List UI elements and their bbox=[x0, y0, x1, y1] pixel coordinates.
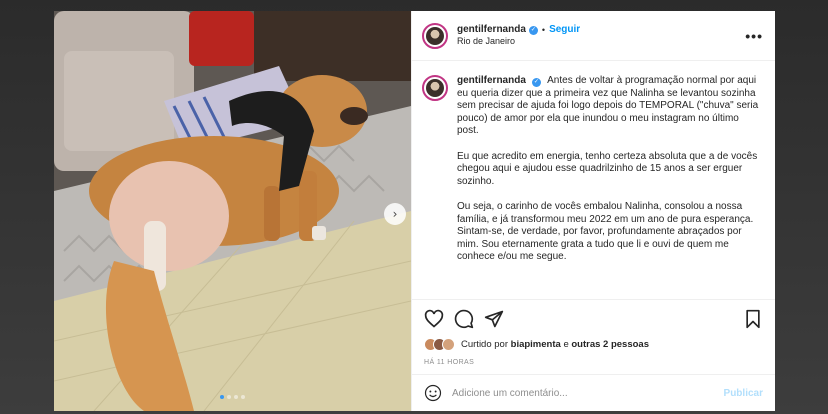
likes-summary: Curtido por biapimenta e outras 2 pessoa… bbox=[424, 338, 763, 351]
caption-text: gentilfernanda ✓ Antes de voltar à progra… bbox=[457, 75, 763, 289]
caption-paragraph: Ou seja, o carinho de vocês embalou Nali… bbox=[457, 200, 754, 263]
avatar bbox=[442, 338, 455, 351]
comment-icon[interactable] bbox=[454, 309, 474, 329]
username-link[interactable]: gentilfernanda bbox=[457, 24, 526, 36]
avatar[interactable] bbox=[422, 75, 448, 101]
publish-button[interactable]: Publicar bbox=[724, 388, 763, 399]
more-options-button[interactable]: ••• bbox=[745, 28, 763, 44]
save-icon[interactable] bbox=[743, 309, 763, 329]
likes-prefix: Curtido por bbox=[461, 339, 508, 350]
other-likers-link[interactable]: outras 2 pessoas bbox=[571, 339, 649, 350]
chevron-right-icon: › bbox=[392, 207, 398, 221]
location-link[interactable]: Rio de Janeiro bbox=[457, 36, 745, 47]
post-modal: › gentilfernanda ✓ • Seguir Rio de Janei… bbox=[54, 11, 775, 411]
caption-paragraph: Eu que acredito em energia, tenho certez… bbox=[457, 150, 758, 187]
liker-username-link[interactable]: biapimenta bbox=[511, 339, 561, 350]
dog-photo-illustration bbox=[54, 11, 411, 411]
separator-dot: • bbox=[541, 24, 546, 35]
comment-input[interactable] bbox=[452, 387, 724, 399]
liker-avatars[interactable] bbox=[424, 338, 455, 351]
carousel-dot bbox=[220, 395, 224, 399]
heart-icon[interactable] bbox=[424, 309, 444, 329]
likes-connector: e bbox=[563, 339, 569, 350]
carousel-indicator bbox=[54, 395, 411, 399]
carousel-dot bbox=[234, 395, 238, 399]
post-timestamp[interactable]: HÁ 11 HORAS bbox=[424, 359, 763, 366]
actions-bar: Curtido por biapimenta e outras 2 pessoa… bbox=[412, 299, 775, 366]
share-icon[interactable] bbox=[484, 309, 504, 329]
caption-area: gentilfernanda ✓ Antes de voltar à progra… bbox=[412, 61, 775, 299]
post-header: gentilfernanda ✓ • Seguir Rio de Janeiro… bbox=[412, 11, 775, 61]
carousel-dot bbox=[227, 395, 231, 399]
emoji-icon[interactable] bbox=[424, 384, 442, 402]
next-image-button[interactable]: › bbox=[384, 203, 406, 225]
comment-bar: Publicar bbox=[412, 374, 775, 411]
verified-icon: ✓ bbox=[531, 77, 541, 87]
avatar[interactable] bbox=[422, 22, 448, 49]
post-sidebar: gentilfernanda ✓ • Seguir Rio de Janeiro… bbox=[411, 11, 775, 411]
post-photo[interactable]: › bbox=[54, 11, 411, 411]
caption-username-link[interactable]: gentilfernanda bbox=[457, 75, 526, 86]
follow-button[interactable]: Seguir bbox=[549, 24, 580, 36]
carousel-dot bbox=[241, 395, 245, 399]
verified-icon: ✓ bbox=[528, 25, 538, 35]
